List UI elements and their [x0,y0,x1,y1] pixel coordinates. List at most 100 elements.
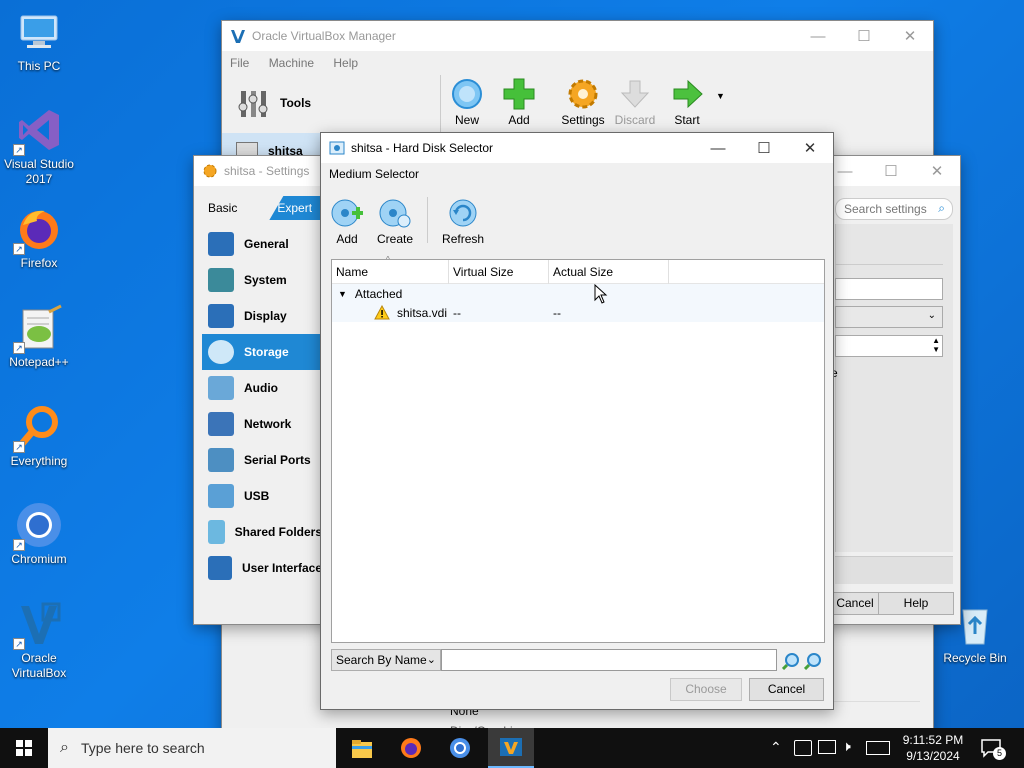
firefox-taskbar-icon[interactable] [393,734,429,762]
nav-general[interactable]: General [202,226,322,262]
new-vm-button[interactable]: New [444,77,490,127]
start-dropdown-icon[interactable]: ▼ [716,91,725,127]
desktop-icon-label: Recycle Bin [943,651,1007,665]
column-name[interactable]: Name [332,260,449,284]
search-mode-value: Search By Name [336,653,427,667]
search-previous-icon[interactable] [781,652,800,671]
disk-virtual-size: -- [453,306,461,320]
desktop-icon-label: Notepad++ [9,355,69,369]
start-button[interactable] [0,728,48,768]
visual-studio-icon: ↗ [13,106,63,156]
add-vm-button[interactable]: Add [496,77,542,127]
search-placeholder: Search settings [844,202,927,216]
create-label: Create [377,232,414,246]
volume-muted-icon[interactable]: 🕨 [842,738,851,755]
menu-file[interactable]: File [230,56,249,70]
menu-help[interactable]: Help [333,56,358,70]
maximize-button[interactable]: ☐ [868,156,914,186]
dialog-titlebar: shitsa - Hard Disk Selector — ☐ ✕ [321,133,833,163]
start-arrow-icon [670,77,704,111]
nav-system[interactable]: System [202,262,322,298]
clock[interactable]: 9:11:52 PM 9/13/2024 [898,732,968,764]
show-hidden-icons-chevron-icon[interactable]: ⌃ [770,739,782,756]
close-button[interactable]: ✕ [914,156,960,186]
add-label: Add [336,232,358,246]
search-input[interactable] [441,649,777,671]
desktop-icon-firefox[interactable]: ↗ Firefox [1,205,77,271]
desktop-icon-notepad-plus-plus[interactable]: ↗ Notepad++ [1,304,77,370]
close-button[interactable]: ✕ [787,133,833,163]
nav-user-interface[interactable]: User Interface [202,550,322,586]
virtualbox-icon: ↗ [13,600,63,650]
nav-serial-ports[interactable]: Serial Ports [202,442,322,478]
create-disk-button[interactable]: Create [377,197,413,246]
settings-content-pane [835,224,953,552]
desktop-icon-this-pc[interactable]: This PC [1,8,77,74]
maximize-button[interactable]: ☐ [841,21,887,51]
nav-network[interactable]: Network [202,406,322,442]
disk-name: shitsa.vdi [397,306,448,320]
tab-expert[interactable]: Expert [269,196,321,220]
network-status-icon[interactable] [818,740,836,754]
disk-actual-size: -- [553,306,561,320]
nav-shared-folders[interactable]: Shared Folders [202,514,322,550]
menu-machine[interactable]: Machine [269,56,314,70]
chevron-down-icon: ⌄ [426,654,436,666]
cancel-label: Cancel [767,682,806,696]
column-actual-size[interactable]: Actual Size [549,260,669,284]
taskbar-search-box[interactable]: ⌕ Type here to search [48,728,336,768]
close-button[interactable]: ✕ [887,21,933,51]
tab-basic[interactable]: Basic [202,196,243,220]
tools-item[interactable]: Tools [222,75,440,131]
desktop-icon-chromium[interactable]: ↗ Chromium [1,501,77,567]
nav-audio[interactable]: Audio [202,370,322,406]
speaker-icon [208,376,234,400]
settings-button[interactable]: Settings [560,77,606,127]
medium-tree[interactable]: Name ^ Virtual Size Actual Size ▼ Attach… [331,255,825,643]
toolbar-divider [440,75,441,133]
manager-title: Oracle VirtualBox Manager [252,29,396,43]
cancel-button[interactable]: Cancel [749,678,824,701]
settings-dropdown[interactable]: ⌄ [835,306,943,328]
refresh-button[interactable]: Refresh [442,197,484,246]
nav-storage[interactable]: Storage [202,334,322,370]
gear-icon [566,77,600,111]
nav-usb[interactable]: USB [202,478,322,514]
keyboard-icon[interactable] [866,741,890,755]
start-button[interactable]: Start [664,77,710,127]
search-next-icon[interactable] [803,652,822,671]
manager-menubar: File Machine Help [222,51,933,75]
search-icon: ⌕ [938,201,945,215]
cancel-label: Cancel [836,596,874,610]
file-explorer-icon[interactable] [344,736,380,762]
tools-icon [238,87,270,119]
maximize-button[interactable]: ☐ [741,133,787,163]
nav-display[interactable]: Display [202,298,322,334]
tree-row[interactable]: shitsa.vdi -- -- [332,303,824,322]
minimize-button[interactable]: — [795,21,841,51]
column-virtual-size[interactable]: Virtual Size [449,260,549,284]
settings-search-input[interactable]: Search settings ⌕ [835,198,953,220]
settings-spinbox[interactable]: ▲ ▼ [835,335,943,357]
group-label: Attached [354,286,403,301]
settings-text-field[interactable] [835,278,943,300]
nav-label: User Interface [241,561,322,575]
tree-group-attached[interactable]: ▼ Attached [332,284,824,303]
settings-help-button[interactable]: Help [878,592,954,615]
desktop-icon-virtualbox[interactable]: ↗ Oracle VirtualBox [1,600,77,681]
desktop-icon-everything[interactable]: ↗ Everything [1,403,77,469]
security-icon[interactable] [794,740,812,756]
spin-arrows-icon: ▲ ▼ [932,336,940,354]
add-disk-button[interactable]: Add [331,197,363,246]
chip-icon [208,268,234,292]
search-mode-select[interactable]: Search By Name ⌄ [331,649,441,671]
nav-label: System [244,273,287,287]
minimize-button[interactable]: — [695,133,741,163]
virtualbox-taskbar-icon[interactable] [488,728,534,768]
chromium-taskbar-icon[interactable] [442,734,478,762]
new-icon [450,77,484,111]
desktop-icon-visual-studio[interactable]: ↗ Visual Studio 2017 [1,106,77,187]
clock-date: 9/13/2024 [906,749,960,763]
notification-center-icon[interactable]: 5 [980,738,1006,760]
chevron-down-icon: ⌄ [927,310,936,321]
